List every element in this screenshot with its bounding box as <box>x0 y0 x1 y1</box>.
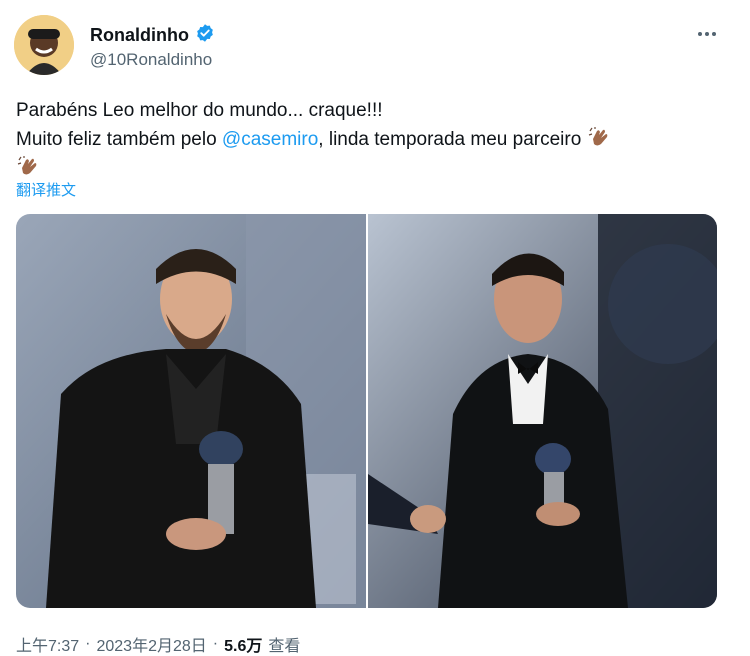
media-grid <box>16 214 717 608</box>
clapping-hands-emoji-icon <box>587 125 611 149</box>
author-handle[interactable]: @10Ronaldinho <box>90 50 212 70</box>
tweet-text: Parabéns Leo melhor do mundo... craque!!… <box>16 96 716 183</box>
more-options-icon[interactable] <box>692 24 722 44</box>
meta-separator: · <box>85 635 91 652</box>
views-count: 5.6万 <box>224 638 263 655</box>
meta-separator: · <box>212 635 219 652</box>
tweet-line-3 <box>16 154 716 183</box>
tweet-line-2-suffix: , linda temporada meu parceiro <box>318 129 582 150</box>
views-label: 查看 <box>268 638 301 655</box>
verified-badge-icon <box>195 23 215 48</box>
tweet-date[interactable]: 2023年2月28日 <box>96 632 206 656</box>
author-display-name[interactable]: Ronaldinho <box>90 25 189 46</box>
photo-right[interactable] <box>367 214 717 608</box>
tweet-time[interactable]: 上午7:37 <box>16 632 79 656</box>
clapping-hands-emoji-icon <box>16 154 40 178</box>
translate-tweet-link[interactable]: 翻译推文 <box>16 179 76 200</box>
photo-left[interactable] <box>16 214 366 608</box>
tweet-line-1: Parabéns Leo melhor do mundo... craque!!… <box>16 100 383 121</box>
avatar[interactable] <box>14 15 74 75</box>
mention-link[interactable]: @casemiro <box>222 129 318 150</box>
tweet-meta: 上午7:37 · 2023年2月28日 · 5.6万 查看 <box>16 632 300 656</box>
tweet-line-2-prefix: Muito feliz também pelo <box>16 129 222 150</box>
author-name-row[interactable]: Ronaldinho <box>90 23 215 48</box>
tweet-line-2: Muito feliz também pelo @casemiro, linda… <box>16 125 716 154</box>
